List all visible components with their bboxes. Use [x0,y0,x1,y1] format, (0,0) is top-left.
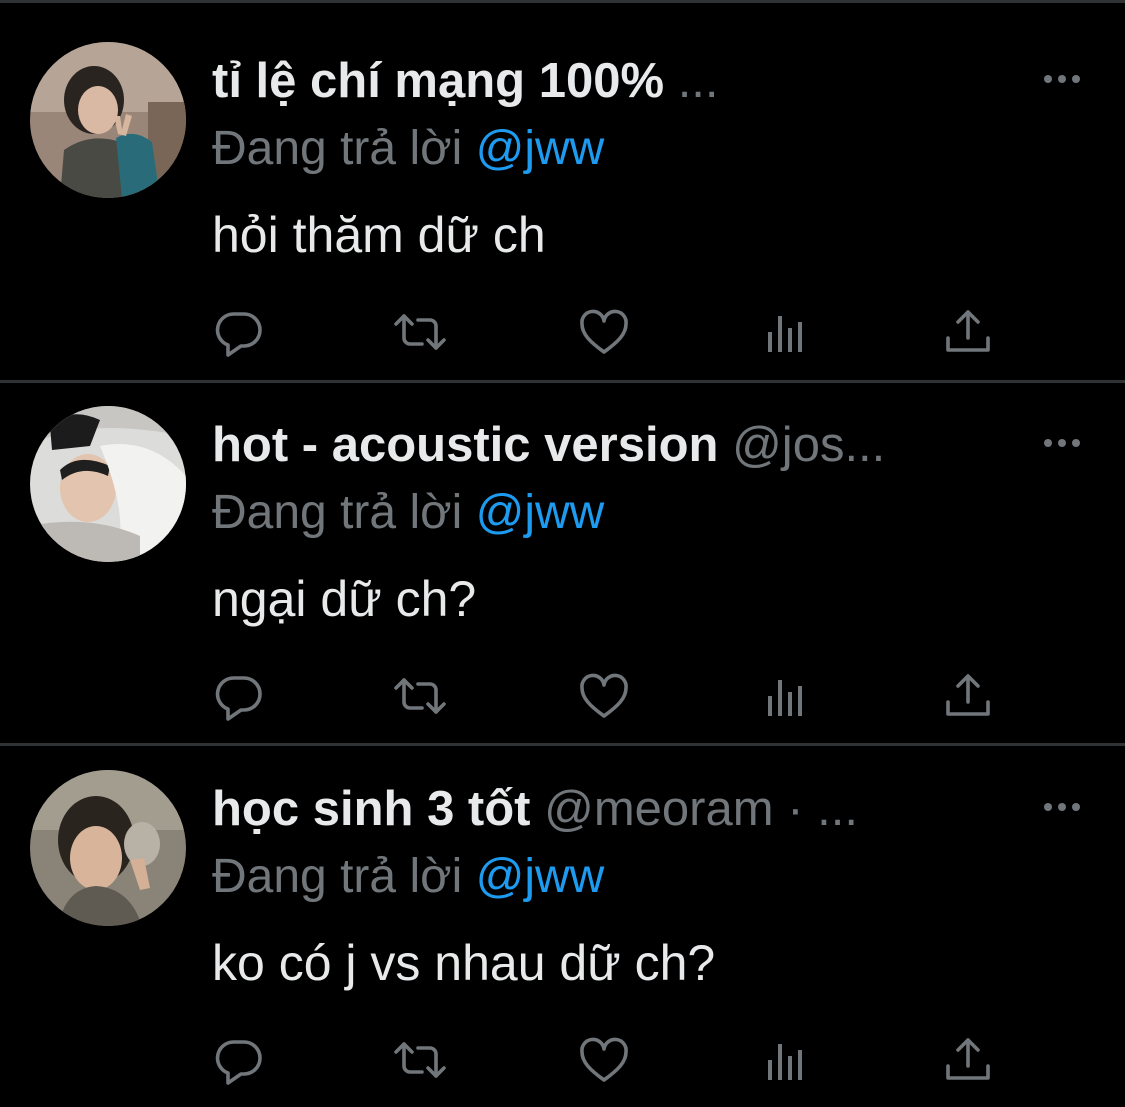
reply-mention-link[interactable]: @jww [476,850,605,903]
handle[interactable]: @meoram [544,782,773,836]
like-icon[interactable] [576,306,632,358]
reply-prefix: Đang trả lời [212,122,463,175]
reply-context: Đang trả lời @jww [212,847,604,907]
tweet-text: hỏi thăm dữ ch [212,207,546,263]
more-options-icon[interactable] [1040,430,1084,456]
more-options-icon[interactable] [1040,794,1084,820]
display-name[interactable]: học sinh 3 tốt [212,782,531,836]
reply-mention-link[interactable]: @jww [476,486,605,539]
tweet-header: học sinh 3 tốt @meoram · ... [212,778,1032,840]
share-icon[interactable] [940,670,996,722]
like-icon[interactable] [576,670,632,722]
reply-icon[interactable] [210,306,266,358]
tweet[interactable]: hot - acoustic version @jos... Đang trả … [0,364,1125,724]
display-name[interactable]: hot - acoustic version [212,418,718,472]
tweet-header: tỉ lệ chí mạng 100% ... [212,50,1032,112]
avatar[interactable] [30,770,186,926]
retweet-icon[interactable] [392,306,448,358]
reply-prefix: Đang trả lời [212,850,463,903]
avatar[interactable] [30,406,186,562]
tweet-header: hot - acoustic version @jos... [212,414,1032,476]
handle[interactable]: @jos... [732,418,885,472]
header-ellipsis: ... [677,54,719,108]
reply-prefix: Đang trả lời [212,486,463,539]
reply-icon[interactable] [210,670,266,722]
separator-dot: · [787,782,804,836]
reply-context: Đang trả lời @jww [212,119,604,179]
share-icon[interactable] [940,306,996,358]
reply-icon[interactable] [210,1034,266,1086]
retweet-icon[interactable] [392,1034,448,1086]
reply-context: Đang trả lời @jww [212,483,604,543]
views-icon[interactable] [758,670,814,722]
tweet[interactable]: tỉ lệ chí mạng 100% ... Đang trả lời @jw… [0,0,1125,360]
views-icon[interactable] [758,1034,814,1086]
avatar[interactable] [30,42,186,198]
display-name[interactable]: tỉ lệ chí mạng 100% [212,54,664,108]
retweet-icon[interactable] [392,670,448,722]
share-icon[interactable] [940,1034,996,1086]
tweet[interactable]: học sinh 3 tốt @meoram · ... Đang trả lờ… [0,728,1125,1088]
more-options-icon[interactable] [1040,66,1084,92]
reply-mention-link[interactable]: @jww [476,122,605,175]
tweet-text: ko có j vs nhau dữ ch? [212,935,716,991]
like-icon[interactable] [576,1034,632,1086]
header-ellipsis: ... [817,782,858,836]
tweet-text: ngại dữ ch? [212,571,477,627]
views-icon[interactable] [758,306,814,358]
